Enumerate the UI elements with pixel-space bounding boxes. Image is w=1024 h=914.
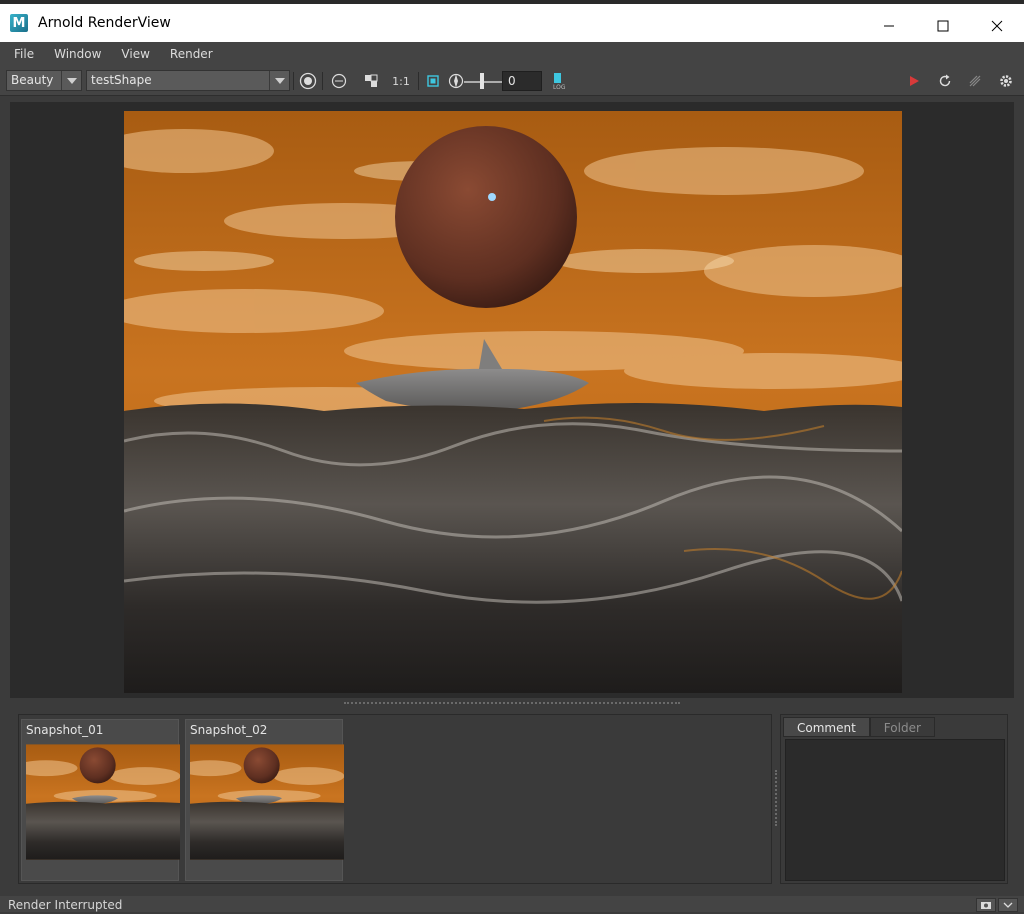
tab-folder[interactable]: Folder: [869, 717, 935, 737]
lut-icon[interactable]: LOG: [550, 72, 568, 90]
minimize-button[interactable]: [862, 8, 916, 44]
chevron-down-icon: [269, 71, 289, 90]
menu-window[interactable]: Window: [54, 47, 101, 61]
snapshot-button[interactable]: [976, 898, 996, 912]
window-title: Arnold RenderView: [38, 15, 171, 31]
tab-comment[interactable]: Comment: [783, 717, 870, 737]
snapshot-menu-button[interactable]: [998, 898, 1018, 912]
status-text: Render Interrupted: [8, 898, 123, 912]
snapshot-thumbnail: [190, 744, 344, 860]
snapshot-thumbnail: [26, 744, 180, 860]
close-icon: [991, 20, 1003, 32]
menu-view[interactable]: View: [121, 47, 149, 61]
settings-icon[interactable]: [997, 72, 1015, 90]
toolbar: Beauty testShape 1:1 0 LOG: [0, 66, 1024, 96]
maximize-button[interactable]: [916, 8, 970, 44]
snapshot-item[interactable]: Snapshot_01: [21, 719, 180, 881]
display-settings-icon[interactable]: [298, 72, 318, 90]
test-render-icon[interactable]: [330, 72, 348, 90]
side-tabs: Comment Folder: [783, 717, 935, 737]
menu-file[interactable]: File: [14, 47, 34, 61]
crop-region-icon[interactable]: [424, 72, 442, 90]
maximize-icon: [937, 20, 949, 32]
render-icon[interactable]: [905, 72, 923, 90]
exposure-value-field[interactable]: 0: [502, 71, 542, 91]
render-viewport[interactable]: [10, 102, 1014, 698]
toolbar-separator: [293, 72, 294, 90]
ab-compare-icon[interactable]: [362, 72, 380, 90]
exposure-slider-handle[interactable]: [480, 73, 484, 89]
snapshot-label: Snapshot_01: [26, 723, 104, 737]
camera-select-value: testShape: [91, 73, 152, 87]
minimize-icon: [884, 25, 894, 27]
menu-render[interactable]: Render: [170, 47, 213, 61]
camera-icon: [981, 902, 991, 909]
chevron-down-icon: [1003, 902, 1013, 908]
rendered-scene: [124, 111, 902, 693]
exposure-slider[interactable]: [464, 80, 504, 84]
comment-field[interactable]: [785, 739, 1005, 881]
toolbar-separator: [418, 72, 419, 90]
zoom-1-1-button[interactable]: 1:1: [391, 72, 411, 90]
toolbar-separator: [322, 72, 323, 90]
aov-select-value: Beauty: [11, 73, 54, 87]
close-button[interactable]: [970, 8, 1024, 44]
debug-shading-icon[interactable]: [966, 72, 984, 90]
title-bar: M Arnold RenderView: [0, 0, 1024, 42]
snapshot-panel: Snapshot_01 Snapshot_02: [18, 714, 772, 884]
camera-select[interactable]: testShape: [86, 70, 290, 91]
snapshot-label: Snapshot_02: [190, 723, 268, 737]
chevron-down-icon: [61, 71, 81, 90]
exposure-icon[interactable]: [447, 72, 465, 90]
menu-bar: File Window View Render: [0, 42, 1024, 66]
side-panel: Comment Folder: [780, 714, 1008, 884]
vertical-splitter-handle[interactable]: [775, 770, 777, 826]
aov-select[interactable]: Beauty: [6, 70, 82, 91]
status-bar: Render Interrupted: [0, 896, 1024, 912]
svg-text:LOG: LOG: [553, 84, 566, 90]
snapshot-item[interactable]: Snapshot_02: [185, 719, 344, 881]
maya-logo-icon: M: [10, 14, 28, 32]
horizontal-splitter-handle[interactable]: [344, 702, 680, 706]
refresh-icon[interactable]: [936, 72, 954, 90]
render-image: [124, 111, 902, 693]
